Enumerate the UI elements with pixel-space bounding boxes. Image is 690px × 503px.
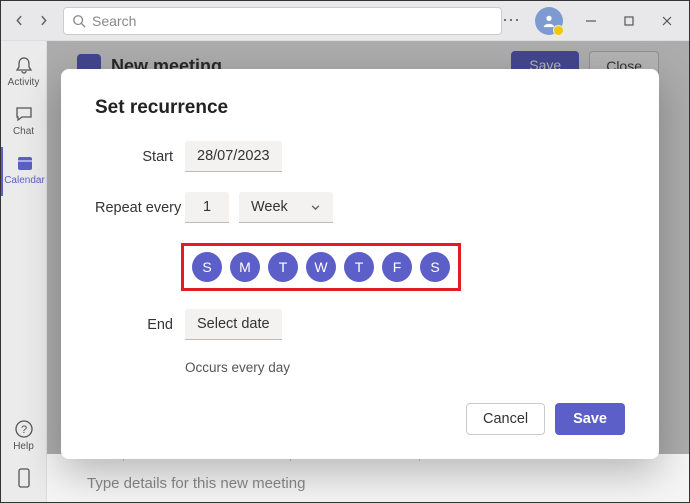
- occurs-text: Occurs every day: [185, 360, 625, 375]
- more-button[interactable]: ⋯: [502, 10, 521, 31]
- bell-icon: [14, 55, 34, 75]
- rail-activity[interactable]: Activity: [1, 49, 47, 98]
- device-icon: [16, 468, 32, 490]
- repeat-count-field[interactable]: 1: [185, 192, 229, 223]
- rail-label: Help: [13, 441, 34, 452]
- repeat-unit-dropdown[interactable]: Week: [239, 192, 333, 223]
- search-icon: [72, 14, 86, 28]
- rail-device[interactable]: [1, 462, 47, 502]
- editor-body[interactable]: Type details for this new meeting: [77, 469, 669, 502]
- days-selector: S M T W T F S: [181, 243, 461, 291]
- titlebar: Search ⋯: [1, 1, 689, 41]
- close-window-button[interactable]: [653, 7, 681, 35]
- recurrence-modal: Set recurrence Start 28/07/2023 Repeat e…: [61, 69, 659, 459]
- day-tuesday[interactable]: T: [268, 252, 298, 282]
- chevron-down-icon: [310, 202, 321, 213]
- day-sunday[interactable]: S: [192, 252, 222, 282]
- day-thursday[interactable]: T: [344, 252, 374, 282]
- avatar[interactable]: [535, 7, 563, 35]
- minimize-button[interactable]: [577, 7, 605, 35]
- rail-label: Calendar: [4, 175, 45, 186]
- start-label: Start: [95, 149, 185, 165]
- person-icon: [542, 14, 556, 28]
- app-rail: Activity Chat Calendar ? Help: [1, 41, 47, 502]
- rail-chat[interactable]: Chat: [1, 98, 47, 147]
- rail-help[interactable]: ? Help: [1, 413, 47, 462]
- end-date-field[interactable]: Select date: [185, 309, 282, 340]
- svg-text:?: ?: [20, 424, 26, 436]
- maximize-button[interactable]: [615, 7, 643, 35]
- search-input[interactable]: Search: [63, 7, 502, 35]
- end-label: End: [95, 317, 185, 333]
- day-wednesday[interactable]: W: [306, 252, 336, 282]
- modal-title: Set recurrence: [95, 97, 625, 119]
- day-monday[interactable]: M: [230, 252, 260, 282]
- calendar-icon: [15, 153, 35, 173]
- repeat-label: Repeat every: [95, 200, 185, 216]
- repeat-unit-value: Week: [251, 199, 288, 215]
- day-friday[interactable]: F: [382, 252, 412, 282]
- day-saturday[interactable]: S: [420, 252, 450, 282]
- help-icon: ?: [14, 419, 34, 439]
- rail-label: Activity: [8, 77, 40, 88]
- cancel-button[interactable]: Cancel: [466, 403, 545, 435]
- search-placeholder: Search: [92, 13, 136, 29]
- nav-forward-button[interactable]: [33, 11, 53, 31]
- save-button[interactable]: Save: [555, 403, 625, 435]
- chat-icon: [14, 104, 34, 124]
- rail-calendar[interactable]: Calendar: [1, 147, 47, 196]
- start-date-field[interactable]: 28/07/2023: [185, 141, 282, 172]
- nav-back-button[interactable]: [9, 11, 29, 31]
- rail-label: Chat: [13, 126, 34, 137]
